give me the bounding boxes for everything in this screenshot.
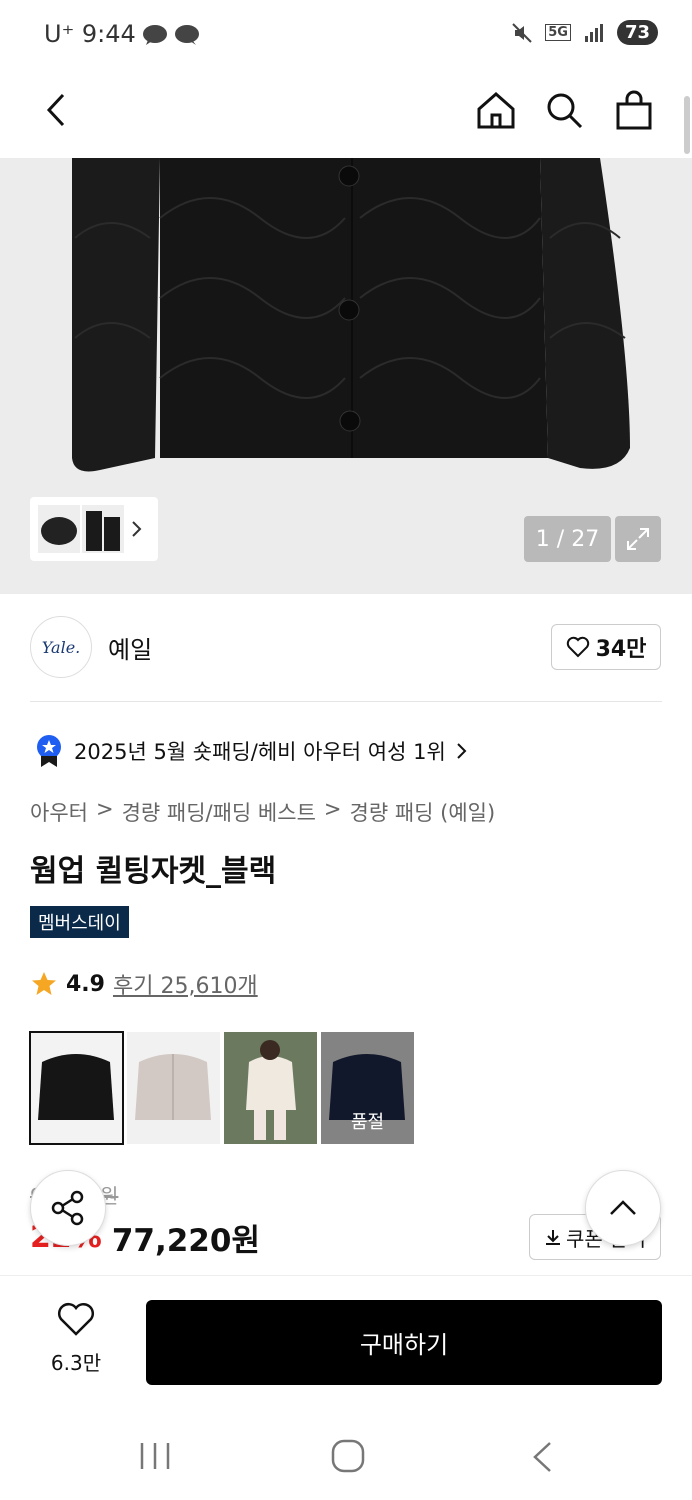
variant-black[interactable] — [29, 1031, 124, 1145]
breadcrumb-item[interactable]: 경량 패딩 (예일) — [350, 797, 496, 827]
chevron-up-icon — [610, 1200, 636, 1215]
product-title: 웜업 퀼팅자켓_블랙 — [30, 854, 277, 889]
image-thumbnail-strip[interactable] — [30, 497, 158, 561]
home-nav-icon[interactable] — [330, 1438, 366, 1474]
system-navigation-bar — [0, 1400, 692, 1500]
expand-icon — [627, 528, 649, 550]
scroll-top-button[interactable] — [585, 1170, 661, 1246]
heart-icon — [58, 1303, 94, 1336]
brand-like-button[interactable]: 34만 — [551, 624, 661, 670]
sale-price: 77,220원 — [111, 1223, 260, 1259]
talk-icon — [143, 25, 167, 45]
sold-out-label: 품절 — [350, 1112, 385, 1133]
brand-logo[interactable]: Yale. — [30, 616, 92, 678]
battery-indicator: 73 — [616, 20, 658, 45]
status-bar: U⁺ 9:44 5G 73 — [0, 0, 692, 70]
variant-image — [38, 1054, 114, 1120]
breadcrumb-separator: > — [323, 797, 342, 821]
home-icon — [477, 91, 515, 129]
rating-row[interactable]: 4.9 후기 25,610개 — [30, 968, 258, 1000]
divider — [30, 701, 662, 702]
home-button[interactable] — [472, 86, 520, 134]
notification-icons — [142, 24, 200, 46]
rating-value: 4.9 — [66, 971, 105, 997]
back-arrow-icon — [46, 93, 65, 127]
ranking-text: 2025년 5월 숏패딩/헤비 아우터 여성 1위 — [74, 740, 446, 764]
breadcrumb-item[interactable]: 경량 패딩/패딩 베스트 — [122, 797, 316, 827]
back-button[interactable] — [34, 88, 78, 132]
breadcrumb-item[interactable]: 아우터 — [30, 797, 88, 827]
status-right: 5G 73 — [511, 20, 658, 45]
buy-button[interactable]: 구매하기 — [146, 1300, 662, 1385]
variant-image — [135, 1054, 211, 1120]
share-icon — [51, 1190, 84, 1226]
top-nav — [0, 70, 692, 158]
review-count-link[interactable]: 후기 25,610개 — [113, 968, 258, 1000]
scrollbar[interactable] — [684, 96, 690, 154]
variant-ivory[interactable] — [224, 1032, 317, 1144]
search-button[interactable] — [540, 86, 588, 134]
mute-icon — [512, 22, 532, 43]
search-icon — [547, 93, 583, 129]
chevron-right-icon — [132, 521, 142, 537]
recent-apps-icon[interactable] — [138, 1440, 172, 1472]
expand-button[interactable] — [615, 516, 661, 562]
variant-image — [224, 1032, 317, 1144]
promo-tag: 멤버스데이 — [30, 906, 129, 938]
share-button[interactable] — [30, 1170, 106, 1246]
brand-name[interactable]: 예일 — [108, 630, 152, 665]
ranking-badge-icon — [37, 735, 61, 767]
download-icon — [546, 1230, 561, 1245]
brand-like-count: 34만 — [595, 637, 647, 662]
color-variants: 품절 — [29, 1031, 414, 1145]
brand-logo-text: Yale. — [41, 637, 81, 657]
signal-icon — [584, 23, 603, 42]
shopping-bag-icon — [616, 90, 652, 130]
breadcrumb: 아우터 > 경량 패딩/패딩 베스트 > 경량 패딩 (예일) — [30, 797, 495, 827]
chevron-right-icon — [457, 743, 467, 759]
ranking-link[interactable]: 2025년 5월 숏패딩/헤비 아우터 여성 1위 — [34, 734, 468, 768]
cart-button[interactable] — [610, 86, 658, 134]
status-time: U⁺ 9:44 — [44, 20, 136, 48]
variant-beige[interactable] — [127, 1032, 220, 1144]
thumbnail-images — [38, 505, 124, 553]
network-label: 5G — [545, 24, 571, 41]
breadcrumb-separator: > — [95, 797, 114, 821]
wishlist-button[interactable]: 6.3만 — [40, 1302, 112, 1376]
back-nav-icon[interactable] — [530, 1440, 554, 1474]
star-icon — [32, 972, 56, 995]
chat-icon — [175, 25, 199, 45]
wishlist-count: 6.3만 — [50, 1351, 102, 1375]
heart-icon — [566, 636, 589, 658]
variant-navy[interactable]: 품절 — [321, 1032, 414, 1144]
image-counter: 1 / 27 — [524, 516, 611, 562]
